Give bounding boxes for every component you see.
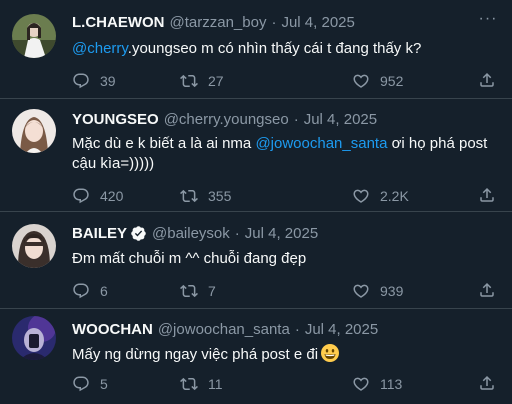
reply-bubble-icon xyxy=(73,283,89,299)
tweet-text-segment: .youngseo m có nhìn thấy cái t đang thấy… xyxy=(127,40,422,57)
avatar-photo-icon xyxy=(12,316,56,360)
heart-icon xyxy=(353,377,369,391)
like-button[interactable]: 952 xyxy=(352,71,403,91)
tweet-header: BAILEY @baileysok · Jul 4, 2025 xyxy=(72,223,472,243)
tweet-header: WOOCHAN @jowoochan_santa · Jul 4, 2025 xyxy=(72,319,472,339)
more-horizontal-icon[interactable]: ··· xyxy=(478,11,498,32)
action-bar: 39 27 952 xyxy=(72,71,498,91)
share-button[interactable] xyxy=(478,71,498,91)
tweet-text-segment: Mấy ng dừng ngay việc phá post e đi xyxy=(72,346,319,363)
heart-icon xyxy=(353,74,369,88)
like-count: 939 xyxy=(380,283,404,299)
retweet-button[interactable]: 27 xyxy=(180,71,224,91)
reply-bubble-icon xyxy=(73,188,89,204)
replies-feed: L.CHAEWON @tarzzan_boy · Jul 4, 2025 ···… xyxy=(0,0,512,404)
share-upload-icon xyxy=(480,375,494,390)
tweet-text: Đm mất chuỗi m ^^ chuỗi đang đẹp xyxy=(72,249,490,269)
retweet-count: 355 xyxy=(208,188,232,204)
tweet[interactable]: WOOCHAN @jowoochan_santa · Jul 4, 2025 M… xyxy=(0,309,512,404)
reply-count: 39 xyxy=(100,73,116,89)
action-bar: 420 355 2.2K xyxy=(72,186,498,206)
handle[interactable]: @cherry.youngseo xyxy=(164,111,289,128)
grinning-face-emoji-icon xyxy=(321,344,340,362)
retweet-button[interactable]: 11 xyxy=(180,374,223,394)
retweet-icon xyxy=(180,189,198,203)
tweet[interactable]: L.CHAEWON @tarzzan_boy · Jul 4, 2025 ···… xyxy=(0,0,512,99)
tweet-text: Mấy ng dừng ngay việc phá post e đi xyxy=(72,344,490,365)
reply-count: 6 xyxy=(100,283,108,299)
handle[interactable]: @jowoochan_santa xyxy=(158,321,290,338)
action-bar: 5 11 113 xyxy=(72,374,498,394)
separator: · xyxy=(271,13,277,31)
heart-icon xyxy=(353,284,369,298)
tweet-text: @cherry.youngseo m có nhìn thấy cái t đa… xyxy=(72,39,490,59)
reply-button[interactable]: 420 xyxy=(72,186,123,206)
tweet-text: Mặc dù e k biết a là ai nma @jowoochan_s… xyxy=(72,134,490,174)
reply-count: 420 xyxy=(100,188,124,204)
share-button[interactable] xyxy=(478,186,498,206)
verified-badge-icon xyxy=(131,225,146,241)
timestamp[interactable]: Jul 4, 2025 xyxy=(245,225,318,242)
retweet-button[interactable]: 7 xyxy=(180,281,216,301)
heart-icon xyxy=(353,189,369,203)
like-button[interactable]: 939 xyxy=(352,281,403,301)
reply-count: 5 xyxy=(100,376,108,392)
like-count: 113 xyxy=(380,376,403,392)
share-upload-icon xyxy=(480,187,494,202)
tweet-header: YOUNGSEO @cherry.youngseo · Jul 4, 2025 xyxy=(72,109,472,129)
separator: · xyxy=(293,110,299,128)
retweet-button[interactable]: 355 xyxy=(180,186,231,206)
avatar[interactable] xyxy=(12,224,56,268)
share-upload-icon xyxy=(480,72,494,87)
like-count: 2.2K xyxy=(380,188,409,204)
reply-button[interactable]: 6 xyxy=(72,281,108,301)
handle[interactable]: @baileysok xyxy=(152,225,230,242)
timestamp[interactable]: Jul 4, 2025 xyxy=(281,14,354,31)
like-count: 952 xyxy=(380,73,404,89)
share-upload-icon xyxy=(480,282,494,297)
avatar[interactable] xyxy=(12,14,56,58)
retweet-count: 7 xyxy=(208,283,216,299)
avatar[interactable] xyxy=(12,316,56,360)
display-name[interactable]: BAILEY xyxy=(72,225,127,242)
tweet-header: L.CHAEWON @tarzzan_boy · Jul 4, 2025 xyxy=(72,12,472,32)
avatar[interactable] xyxy=(12,109,56,153)
display-name[interactable]: L.CHAEWON xyxy=(72,14,165,31)
reply-bubble-icon xyxy=(73,73,89,89)
separator: · xyxy=(234,224,240,242)
retweet-icon xyxy=(180,74,198,88)
display-name[interactable]: WOOCHAN xyxy=(72,321,153,338)
like-button[interactable]: 2.2K xyxy=(352,186,409,206)
separator: · xyxy=(294,320,300,338)
retweet-icon xyxy=(180,377,198,391)
tweet[interactable]: BAILEY @baileysok · Jul 4, 2025 Đm mất c… xyxy=(0,212,512,309)
tweet-text-segment: Đm mất chuỗi m ^^ chuỗi đang đẹp xyxy=(72,250,307,267)
mention-link[interactable]: @cherry xyxy=(72,40,128,57)
reply-button[interactable]: 5 xyxy=(72,374,108,394)
avatar-photo-icon xyxy=(12,224,56,268)
action-bar: 6 7 939 xyxy=(72,281,498,301)
timestamp[interactable]: Jul 4, 2025 xyxy=(305,321,378,338)
retweet-icon xyxy=(180,284,198,298)
mention-link[interactable]: @jowoochan_santa xyxy=(255,135,387,152)
tweet-text-segment: Mặc dù e k biết a là ai nma xyxy=(72,135,256,152)
handle[interactable]: @tarzzan_boy xyxy=(170,14,267,31)
reply-bubble-icon xyxy=(73,376,89,392)
reply-button[interactable]: 39 xyxy=(72,71,116,91)
timestamp[interactable]: Jul 4, 2025 xyxy=(304,111,377,128)
tweet[interactable]: YOUNGSEO @cherry.youngseo · Jul 4, 2025 … xyxy=(0,99,512,212)
share-button[interactable] xyxy=(478,281,498,301)
share-button[interactable] xyxy=(478,374,498,394)
display-name[interactable]: YOUNGSEO xyxy=(72,111,159,128)
avatar-photo-icon xyxy=(12,109,56,153)
retweet-count: 11 xyxy=(208,376,223,392)
like-button[interactable]: 113 xyxy=(352,374,402,394)
retweet-count: 27 xyxy=(208,73,224,89)
avatar-photo-icon xyxy=(12,14,56,58)
